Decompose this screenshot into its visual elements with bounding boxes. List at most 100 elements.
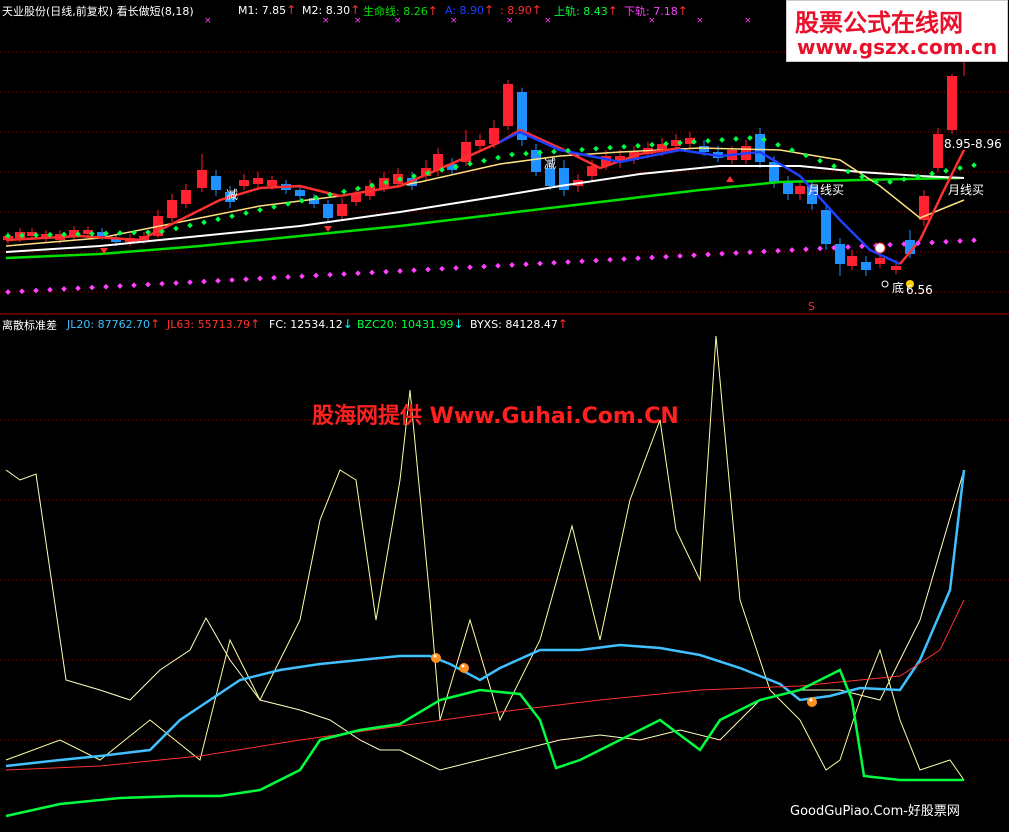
price-indicator-label-1: M2: 8.30 (302, 4, 351, 17)
upper-band-dot-34 (481, 157, 487, 164)
arrow-down-icon: ↓ (453, 317, 464, 331)
candle-body-36 (503, 84, 513, 126)
lower-band-dot-48 (677, 253, 683, 259)
annotation-jian-1: 减 (226, 188, 239, 202)
candle-body-13 (181, 190, 191, 204)
upper-band-dot-37 (523, 150, 529, 157)
lower-band-dot-12 (173, 280, 179, 286)
price-indicator-label-5: 上轨: 8.43 (554, 5, 608, 18)
lower-band-dot-7 (103, 283, 109, 290)
arrow-up-icon: ↑ (607, 4, 618, 18)
upper-band-dot-58 (817, 157, 823, 164)
indicator-label-3: BZC20: 10431.99 (357, 318, 454, 331)
signal-ball-icon-2 (807, 697, 817, 707)
lower-band-dot-38 (537, 260, 543, 267)
arrow-up-icon: ↑ (677, 4, 688, 18)
price-indicator-label-6: 下轨: 7.18 (624, 5, 678, 18)
bzc20-line (5, 668, 964, 818)
indicator-title: 离散标准差 (2, 319, 57, 332)
arrow-up-icon: ↑ (557, 317, 568, 331)
upper-band-dot-42 (593, 145, 599, 152)
lower-band-dot-16 (229, 277, 235, 283)
price-indicator-value-1: M2: 8.30↑ (302, 3, 360, 17)
upper-band-dot-43 (607, 144, 613, 151)
upper-band-dot-44 (621, 143, 627, 150)
lower-band-dot-0 (5, 289, 11, 295)
lower-band-dot-37 (523, 261, 529, 268)
annotation-s-marker: S (808, 300, 815, 313)
candle-body-14 (197, 170, 207, 188)
upper-band-dot-41 (579, 146, 585, 153)
candle-body-17 (239, 180, 249, 186)
upper-band-dot-13 (187, 222, 193, 229)
upper-band-dot-55 (775, 142, 781, 148)
arrow-up-icon: ↑ (531, 3, 542, 17)
upper-band-dot-52 (733, 136, 739, 142)
annotation-yuexianmai-1: 月线买 (808, 183, 845, 197)
annotation-price-range: 8.95-8.96 (944, 137, 1002, 151)
indicator-label-4: BYXS: 84128.47 (470, 318, 558, 331)
lower-band-dot-22 (313, 272, 319, 279)
candle-body-25 (351, 194, 361, 202)
candle-body-59 (821, 210, 831, 244)
top-x-mark-0: × (204, 16, 212, 26)
lower-band-dot-4 (61, 286, 67, 292)
lower-band-dot-24 (341, 271, 347, 277)
bottom-ball-icon (874, 242, 886, 254)
lower-band-dot-60 (845, 244, 851, 250)
lower-band-dot-10 (145, 281, 151, 288)
down-triangle-marker-2 (324, 226, 332, 232)
watermark-bottom: GoodGuPiao.Com-好股票网 (790, 804, 960, 819)
lower-band-dot-5 (75, 285, 81, 292)
arrow-up-icon: ↑ (150, 317, 161, 331)
lower-band-dot-52 (733, 250, 739, 256)
upper-band-dot-46 (649, 141, 655, 148)
candle-body-67 (933, 134, 943, 168)
lower-band-dot-9 (131, 282, 137, 289)
price-indicator-value-6: 下轨: 7.18↑ (624, 3, 688, 19)
lower-band-dot-13 (187, 279, 193, 286)
watermark-top-line1: 股票公式在线网 (795, 9, 963, 37)
lower-band-dot-42 (593, 257, 599, 264)
lower-band-dot-19 (271, 274, 277, 281)
upper-band-dot-12 (173, 225, 179, 232)
lower-band-dot-21 (299, 273, 305, 280)
price-indicator-value-2: 生命线: 8.26↑ (363, 3, 438, 19)
lower-band-dot-25 (355, 270, 361, 277)
candle-body-34 (475, 140, 485, 146)
lower-band-dot-68 (957, 238, 963, 244)
signal-ball-highlight-2 (809, 698, 813, 702)
price-indicator-value-5: 上轨: 8.43↑ (554, 3, 618, 19)
indicator-value-0: JL20: 87762.70↑ (67, 317, 160, 331)
lower-band-dot-57 (803, 246, 809, 253)
watermark-top-line2: www.gszx.com.cn (797, 35, 998, 59)
signal-ball-highlight-1 (461, 664, 465, 668)
upper-band-dot-51 (719, 137, 725, 143)
lower-band-dot-41 (579, 258, 585, 265)
candle-body-61 (847, 256, 857, 266)
price-indicator-value-0: M1: 7.85↑ (238, 3, 296, 17)
upper-band-dot-64 (901, 176, 907, 183)
upper-band-dot-67 (943, 167, 949, 174)
candle-body-35 (489, 128, 499, 144)
top-x-mark-8: × (696, 16, 704, 26)
top-x-mark-5: × (506, 16, 514, 26)
candle-body-64 (891, 266, 901, 270)
top-x-mark-6: × (544, 16, 552, 26)
lower-band-dot-54 (761, 248, 767, 255)
top-x-mark-4: × (450, 16, 458, 26)
candle-body-68 (947, 76, 957, 130)
arrow-down-icon: ↓ (342, 317, 353, 331)
lower-band-dot-23 (327, 271, 333, 278)
lower-band-dot-40 (565, 259, 571, 265)
upper-band-dot-14 (201, 219, 207, 226)
price-chart-title: 天业股份(日线,前复权) 看长做短(8,18) (2, 5, 194, 18)
upper-band-dot-35 (495, 154, 501, 161)
candle-body-63 (875, 258, 885, 264)
lower-band-dot-15 (215, 277, 221, 284)
upper-band-dot-69 (971, 162, 977, 169)
lower-band-dot-67 (943, 238, 949, 245)
candle-body-50 (699, 146, 709, 152)
lower-band-dot-63 (887, 241, 893, 248)
signal-ball-icon-1 (459, 663, 469, 673)
